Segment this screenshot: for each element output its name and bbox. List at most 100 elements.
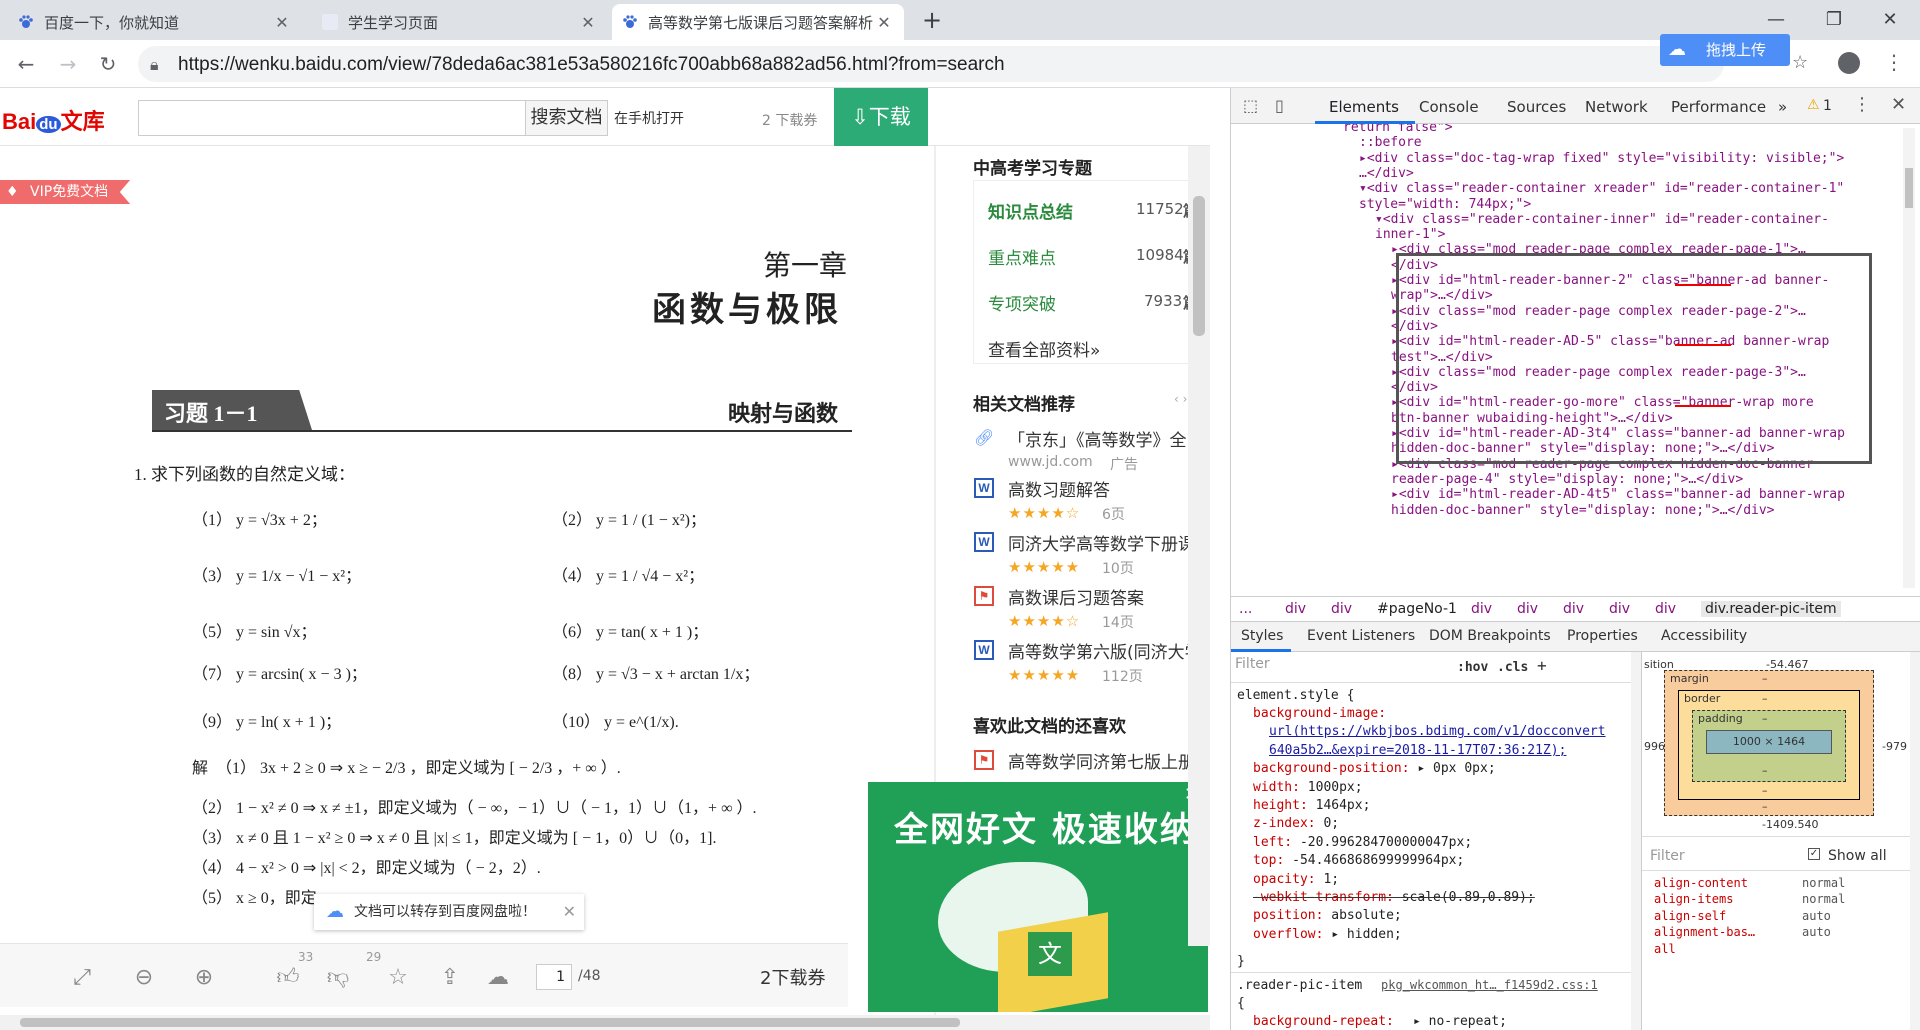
more-tabs-icon[interactable]: »	[1778, 98, 1787, 116]
menu-kebab-icon[interactable]: ⋮	[1884, 50, 1904, 74]
download-button[interactable]: ⇩下载	[834, 88, 928, 146]
css-declaration[interactable]: opacity: 1;	[1253, 872, 1339, 887]
view-all-link[interactable]: 查看全部资料»	[988, 336, 1100, 361]
related-doc-4[interactable]: 高数课后习题答案	[1008, 584, 1210, 609]
css-declaration[interactable]: background-image:	[1253, 706, 1386, 721]
css-declaration[interactable]: background-position: ▸ 0px 0px;	[1253, 761, 1496, 776]
tab-styles[interactable]: Styles	[1241, 628, 1283, 644]
computed-prop[interactable]: align-content	[1654, 876, 1748, 890]
elements-scrollbar[interactable]	[1903, 128, 1915, 588]
topic-item-special[interactable]: 专项突破	[988, 290, 1056, 315]
dom-line[interactable]: ▾<div class="reader-container xreader" i…	[1359, 181, 1844, 196]
minimize-icon[interactable]: —	[1756, 6, 1796, 34]
also-like-doc-1[interactable]: 高等数学同济第七版上册...	[1008, 748, 1210, 773]
profile-avatar-icon[interactable]	[1838, 52, 1860, 74]
dom-line[interactable]: …</div>	[1359, 166, 1414, 181]
computed-scrollbar[interactable]	[1910, 652, 1920, 1030]
breadcrumb-item[interactable]: div	[1609, 601, 1630, 617]
computed-prop[interactable]: align-items	[1654, 892, 1733, 906]
related-doc-2[interactable]: 高数习题解答	[1008, 476, 1210, 501]
dom-line[interactable]: ▸<div class="doc-tag-wrap fixed" style="…	[1359, 151, 1844, 166]
related-doc-1[interactable]: 「京东」《高等数学》全...	[1008, 426, 1210, 451]
computed-prop[interactable]: all	[1654, 942, 1676, 956]
css-declaration[interactable]: height: 1464px;	[1253, 798, 1370, 813]
dom-line[interactable]: reader-page-4" style="display: none;">…<…	[1391, 472, 1743, 487]
css-declaration[interactable]: width: 1000px;	[1253, 780, 1363, 795]
zoom-in-icon[interactable]: ⊕	[190, 964, 218, 992]
breadcrumb-item[interactable]: div	[1517, 601, 1538, 617]
dom-line[interactable]: ▾<div class="reader-container-inner" id=…	[1375, 212, 1829, 227]
dom-line[interactable]: style="width: 744px;">	[1359, 197, 1531, 212]
close-toast-icon[interactable]: ✕	[563, 894, 576, 930]
breadcrumb-item[interactable]: div	[1655, 601, 1676, 617]
breadcrumb-item[interactable]: div	[1563, 601, 1584, 617]
css-declaration[interactable]: overflow: ▸ hidden;	[1253, 927, 1402, 942]
add-rule-icon[interactable]: +	[1537, 656, 1547, 675]
breadcrumb-item[interactable]: div	[1285, 601, 1306, 617]
url-text[interactable]: https://wenku.baidu.com/view/78deda6ac38…	[178, 54, 1005, 76]
css-prop[interactable]: background-repeat:	[1253, 1014, 1394, 1029]
computed-prop[interactable]: alignment-bas…	[1654, 925, 1755, 939]
tab-properties[interactable]: Properties	[1567, 628, 1638, 644]
horizontal-scrollbar[interactable]	[0, 1015, 1210, 1030]
fullscreen-icon[interactable]: ⤢	[68, 964, 96, 992]
css-declaration[interactable]: 640a5b2…&expire=2018-11-17T07:36:21Z);	[1269, 743, 1566, 758]
scroll-thumb[interactable]	[20, 1018, 960, 1027]
back-icon[interactable]: ←	[14, 52, 38, 76]
tab-performance[interactable]: Performance	[1671, 98, 1766, 116]
dom-line[interactable]: hidden-doc-banner" style="display: none;…	[1391, 503, 1775, 518]
breadcrumb-item[interactable]: div	[1471, 601, 1492, 617]
tab-dom-breakpoints[interactable]: DOM Breakpoints	[1429, 628, 1551, 644]
show-all-checkbox[interactable]: ✓	[1808, 848, 1820, 860]
close-tab-icon[interactable]: ✕	[874, 13, 894, 32]
inspect-element-icon[interactable]: ⬚	[1243, 96, 1258, 115]
zoom-out-icon[interactable]: ⊖	[130, 964, 158, 992]
topic-item-summary[interactable]: 知识点总结	[988, 198, 1073, 223]
prev-next-icon[interactable]: ‹ ›	[1174, 392, 1187, 406]
favorite-star-icon[interactable]: ☆	[384, 964, 412, 992]
tab-accessibility[interactable]: Accessibility	[1661, 628, 1747, 644]
upload-extension-button[interactable]: ☁ 拖拽上传	[1660, 34, 1790, 66]
thumbs-up-icon[interactable]: 👍︎	[274, 964, 302, 992]
devtools-menu-icon[interactable]: ⋮	[1853, 94, 1871, 115]
css-declaration[interactable]: position: absolute;	[1253, 908, 1402, 923]
css-declaration[interactable]: z-index: 0;	[1253, 816, 1339, 831]
forward-icon[interactable]: →	[56, 52, 80, 76]
baidu-wenku-logo[interactable]: Bai du 文库	[2, 104, 105, 136]
new-tab-button[interactable]: +	[922, 6, 942, 34]
css-declaration[interactable]: top: -54.466868699999964px;	[1253, 853, 1464, 868]
topic-item-key-points[interactable]: 重点难点	[988, 244, 1056, 269]
css-declaration[interactable]: left: -20.996284700000047px;	[1253, 835, 1472, 850]
search-input[interactable]	[138, 100, 526, 136]
dom-line[interactable]: return false">	[1343, 124, 1453, 135]
hov-toggle[interactable]: :hov	[1457, 660, 1488, 675]
thumbs-down-icon[interactable]: 👎︎	[324, 964, 352, 992]
tab-baidu[interactable]: 百度一下，你就知道 ✕	[8, 4, 302, 40]
tab-sources[interactable]: Sources	[1507, 98, 1566, 116]
cls-toggle[interactable]: .cls	[1497, 660, 1528, 675]
styles-scrollbar[interactable]	[1631, 652, 1641, 1030]
breadcrumb-item[interactable]: div.reader-pic-item	[1701, 601, 1841, 617]
page-number-input[interactable]: 1	[536, 964, 572, 990]
reload-icon[interactable]: ↻	[96, 52, 120, 76]
css-declaration[interactable]: url(https://wkbjbos.bdimg.com/v1/docconv…	[1269, 724, 1606, 739]
warning-icon[interactable]: ⚠	[1807, 97, 1820, 113]
styles-filter-input[interactable]: Filter	[1235, 656, 1445, 680]
dom-line[interactable]: inner-1">	[1375, 227, 1445, 242]
restore-icon[interactable]: ❐	[1814, 6, 1854, 34]
tab-student[interactable]: 学生学习页面 ✕	[312, 4, 608, 40]
dom-line[interactable]: ▸<div id="html-reader-AD-4t5" class="ban…	[1391, 487, 1845, 502]
css-declaration[interactable]: -webkit-transform: scale(0.89,0.89);	[1253, 890, 1535, 905]
related-doc-5[interactable]: 高等数学第六版(同济大学...	[1008, 638, 1210, 663]
computed-prop[interactable]: align-self	[1654, 909, 1726, 923]
scroll-thumb[interactable]	[1905, 168, 1913, 208]
close-window-icon[interactable]: ✕	[1870, 6, 1910, 34]
search-button[interactable]: 搜索文档	[526, 100, 608, 136]
tab-wenku[interactable]: 高等数学第七版课后习题答案解析 ✕	[612, 4, 904, 40]
open-on-phone-link[interactable]: 在手机打开	[614, 108, 684, 128]
tab-elements[interactable]: Elements	[1329, 98, 1399, 116]
breadcrumb-item[interactable]: #pageNo-1	[1377, 601, 1457, 617]
css-val[interactable]: ▸ no-repeat;	[1413, 1014, 1507, 1029]
share-icon[interactable]: ⇪	[436, 964, 464, 992]
promo-ad[interactable]: 全网好文 极速收纳 ✕ 文	[868, 782, 1208, 1012]
